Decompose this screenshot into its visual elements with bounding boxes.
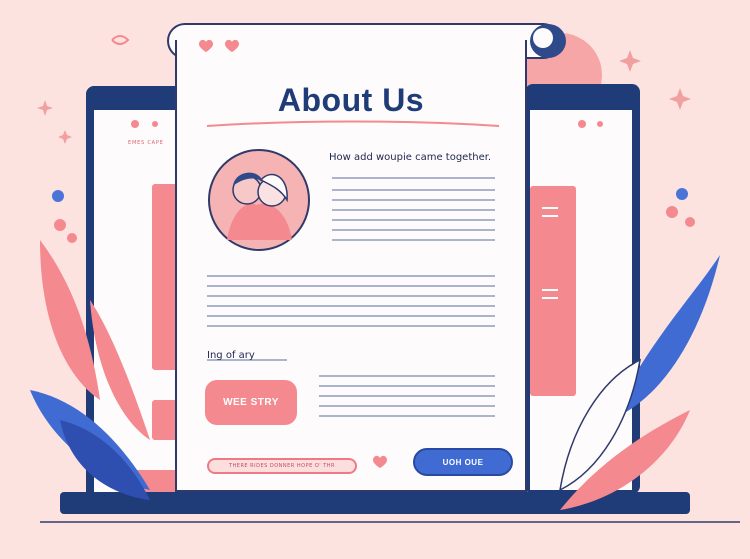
heart-icon: [373, 455, 387, 468]
blue-action-button[interactable]: UOH OUE: [413, 448, 513, 476]
about-us-illustration: EMES CAPE About Us How add woupie came t…: [0, 0, 750, 559]
story-heading: How add woupie came together.: [329, 152, 492, 163]
page-title: About Us: [277, 82, 425, 118]
about-card: About Us How add woupie came together. I…: [175, 40, 527, 492]
story-button[interactable]: WEE STRY: [205, 380, 297, 425]
outline-button[interactable]: THERE RIDES DONNER HOPE O' THR: [207, 458, 357, 474]
section-label: Ing of ary: [207, 350, 255, 361]
left-panel-tab-label: EMES CAPE: [128, 140, 164, 146]
swirl-icon: [111, 35, 130, 45]
